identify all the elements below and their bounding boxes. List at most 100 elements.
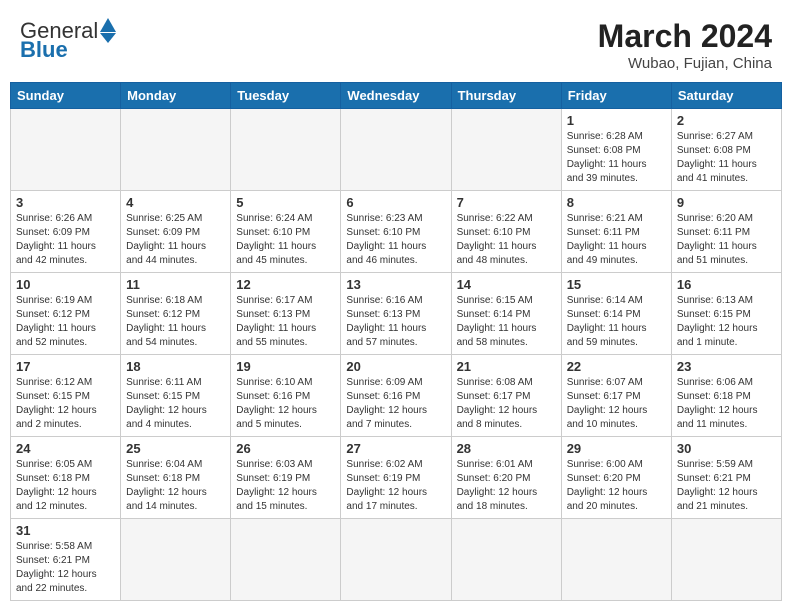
weekday-header-saturday: Saturday: [671, 83, 781, 109]
calendar-cell: 30Sunrise: 5:59 AM Sunset: 6:21 PM Dayli…: [671, 437, 781, 519]
day-number: 25: [126, 441, 225, 456]
day-number: 15: [567, 277, 666, 292]
day-info: Sunrise: 6:03 AM Sunset: 6:19 PM Dayligh…: [236, 458, 335, 514]
day-number: 19: [236, 359, 335, 374]
day-info: Sunrise: 6:18 AM Sunset: 6:12 PM Dayligh…: [126, 294, 225, 350]
calendar-cell: 12Sunrise: 6:17 AM Sunset: 6:13 PM Dayli…: [231, 273, 341, 355]
calendar-cell: 1Sunrise: 6:28 AM Sunset: 6:08 PM Daylig…: [561, 109, 671, 191]
day-number: 27: [346, 441, 445, 456]
day-info: Sunrise: 6:06 AM Sunset: 6:18 PM Dayligh…: [677, 376, 776, 432]
calendar-cell: 31Sunrise: 5:58 AM Sunset: 6:21 PM Dayli…: [11, 519, 121, 601]
weekday-header-tuesday: Tuesday: [231, 83, 341, 109]
day-number: 16: [677, 277, 776, 292]
weekday-header-row: SundayMondayTuesdayWednesdayThursdayFrid…: [11, 83, 782, 109]
calendar-cell: [451, 519, 561, 601]
calendar-cell: [231, 109, 341, 191]
logo-text-blue: Blue: [20, 39, 68, 61]
calendar-cell: 18 Sunrise: 6:11 AM Sunset: 6:15 PM Dayli…: [121, 355, 231, 437]
calendar-cell: [231, 519, 341, 601]
day-number: 7: [457, 195, 556, 210]
day-number: 18: [126, 359, 225, 374]
day-number: 2: [677, 113, 776, 128]
calendar-cell: [341, 109, 451, 191]
calendar-cell: 15 Sunrise: 6:14 AM Sunset: 6:14 PM Dayli…: [561, 273, 671, 355]
logo: General Blue: [20, 18, 116, 61]
month-year-title: March 2024: [598, 18, 772, 55]
week-row-2: 3 Sunrise: 6:26 AM Sunset: 6:09 PM Daylig…: [11, 191, 782, 273]
day-number: 29: [567, 441, 666, 456]
day-info: Sunrise: 6:13 AM Sunset: 6:15 PM Dayligh…: [677, 294, 776, 350]
day-info: Sunrise: 6:22 AM Sunset: 6:10 PM Dayligh…: [457, 212, 556, 268]
calendar-cell: 4Sunrise: 6:25 AM Sunset: 6:09 PM Daylig…: [121, 191, 231, 273]
calendar-cell: [671, 519, 781, 601]
calendar-cell: [11, 109, 121, 191]
week-row-5: 24 Sunrise: 6:05 AM Sunset: 6:18 PM Dayli…: [11, 437, 782, 519]
day-number: 21: [457, 359, 556, 374]
calendar-cell: 21Sunrise: 6:08 AM Sunset: 6:17 PM Dayli…: [451, 355, 561, 437]
day-info: Sunrise: 6:15 AM Sunset: 6:14 PM Dayligh…: [457, 294, 556, 350]
day-info: Sunrise: 6:28 AM Sunset: 6:08 PM Dayligh…: [567, 130, 666, 186]
header: General Blue March 2024 Wubao, Fujian, C…: [10, 10, 782, 78]
weekday-header-thursday: Thursday: [451, 83, 561, 109]
calendar-cell: 20 Sunrise: 6:09 AM Sunset: 6:16 PM Dayli…: [341, 355, 451, 437]
calendar-cell: 26Sunrise: 6:03 AM Sunset: 6:19 PM Dayli…: [231, 437, 341, 519]
calendar-cell: 25 Sunrise: 6:04 AM Sunset: 6:18 PM Dayli…: [121, 437, 231, 519]
calendar-cell: [451, 109, 561, 191]
calendar-cell: [341, 519, 451, 601]
calendar-table: SundayMondayTuesdayWednesdayThursdayFrid…: [10, 82, 782, 601]
day-number: 20: [346, 359, 445, 374]
calendar-cell: 5 Sunrise: 6:24 AM Sunset: 6:10 PM Daylig…: [231, 191, 341, 273]
day-number: 14: [457, 277, 556, 292]
day-number: 9: [677, 195, 776, 210]
calendar-cell: 24 Sunrise: 6:05 AM Sunset: 6:18 PM Dayli…: [11, 437, 121, 519]
week-row-6: 31Sunrise: 5:58 AM Sunset: 6:21 PM Dayli…: [11, 519, 782, 601]
weekday-header-sunday: Sunday: [11, 83, 121, 109]
calendar-cell: 17Sunrise: 6:12 AM Sunset: 6:15 PM Dayli…: [11, 355, 121, 437]
calendar-cell: 29 Sunrise: 6:00 AM Sunset: 6:20 PM Dayli…: [561, 437, 671, 519]
calendar-cell: 9Sunrise: 6:20 AM Sunset: 6:11 PM Daylig…: [671, 191, 781, 273]
calendar-cell: 11 Sunrise: 6:18 AM Sunset: 6:12 PM Dayli…: [121, 273, 231, 355]
day-info: Sunrise: 6:26 AM Sunset: 6:09 PM Dayligh…: [16, 212, 115, 268]
day-number: 12: [236, 277, 335, 292]
day-info: Sunrise: 6:16 AM Sunset: 6:13 PM Dayligh…: [346, 294, 445, 350]
calendar-cell: 28Sunrise: 6:01 AM Sunset: 6:20 PM Dayli…: [451, 437, 561, 519]
calendar-cell: 13 Sunrise: 6:16 AM Sunset: 6:13 PM Dayli…: [341, 273, 451, 355]
day-info: Sunrise: 6:19 AM Sunset: 6:12 PM Dayligh…: [16, 294, 115, 350]
day-number: 17: [16, 359, 115, 374]
day-info: Sunrise: 6:07 AM Sunset: 6:17 PM Dayligh…: [567, 376, 666, 432]
day-number: 22: [567, 359, 666, 374]
day-number: 23: [677, 359, 776, 374]
calendar-cell: 3 Sunrise: 6:26 AM Sunset: 6:09 PM Daylig…: [11, 191, 121, 273]
day-info: Sunrise: 6:04 AM Sunset: 6:18 PM Dayligh…: [126, 458, 225, 514]
day-number: 31: [16, 523, 115, 538]
week-row-1: 1Sunrise: 6:28 AM Sunset: 6:08 PM Daylig…: [11, 109, 782, 191]
location-subtitle: Wubao, Fujian, China: [598, 55, 772, 72]
calendar-cell: 10Sunrise: 6:19 AM Sunset: 6:12 PM Dayli…: [11, 273, 121, 355]
day-info: Sunrise: 6:09 AM Sunset: 6:16 PM Dayligh…: [346, 376, 445, 432]
day-info: Sunrise: 6:11 AM Sunset: 6:15 PM Dayligh…: [126, 376, 225, 432]
week-row-4: 17Sunrise: 6:12 AM Sunset: 6:15 PM Dayli…: [11, 355, 782, 437]
week-row-3: 10Sunrise: 6:19 AM Sunset: 6:12 PM Dayli…: [11, 273, 782, 355]
day-info: Sunrise: 6:02 AM Sunset: 6:19 PM Dayligh…: [346, 458, 445, 514]
day-info: Sunrise: 6:05 AM Sunset: 6:18 PM Dayligh…: [16, 458, 115, 514]
calendar-cell: 14 Sunrise: 6:15 AM Sunset: 6:14 PM Dayli…: [451, 273, 561, 355]
day-number: 13: [346, 277, 445, 292]
day-number: 11: [126, 277, 225, 292]
day-info: Sunrise: 6:24 AM Sunset: 6:10 PM Dayligh…: [236, 212, 335, 268]
day-number: 5: [236, 195, 335, 210]
weekday-header-friday: Friday: [561, 83, 671, 109]
day-info: Sunrise: 6:10 AM Sunset: 6:16 PM Dayligh…: [236, 376, 335, 432]
calendar-cell: [561, 519, 671, 601]
calendar-cell: 2Sunrise: 6:27 AM Sunset: 6:08 PM Daylig…: [671, 109, 781, 191]
calendar-cell: 23 Sunrise: 6:06 AM Sunset: 6:18 PM Dayli…: [671, 355, 781, 437]
day-number: 24: [16, 441, 115, 456]
day-info: Sunrise: 6:14 AM Sunset: 6:14 PM Dayligh…: [567, 294, 666, 350]
calendar-cell: 22 Sunrise: 6:07 AM Sunset: 6:17 PM Dayli…: [561, 355, 671, 437]
title-area: March 2024 Wubao, Fujian, China: [598, 18, 772, 72]
day-info: Sunrise: 6:21 AM Sunset: 6:11 PM Dayligh…: [567, 212, 666, 268]
calendar-cell: 19 Sunrise: 6:10 AM Sunset: 6:16 PM Dayli…: [231, 355, 341, 437]
day-info: Sunrise: 6:00 AM Sunset: 6:20 PM Dayligh…: [567, 458, 666, 514]
calendar-cell: [121, 519, 231, 601]
calendar-cell: 27 Sunrise: 6:02 AM Sunset: 6:19 PM Dayli…: [341, 437, 451, 519]
day-number: 3: [16, 195, 115, 210]
